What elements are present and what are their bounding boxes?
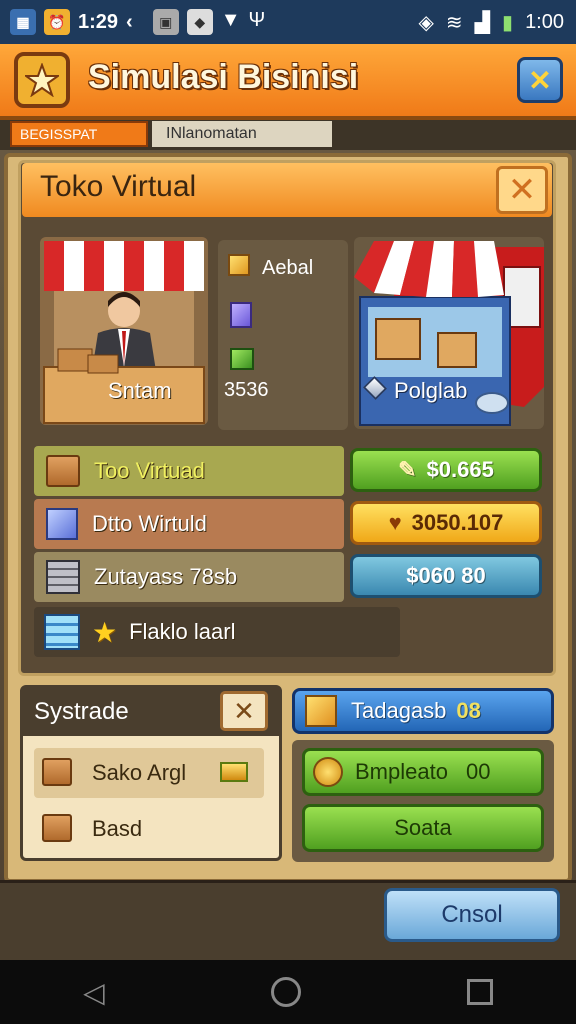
- item-label: Flaklo laarl: [129, 619, 236, 644]
- trade-item-label: Basd: [92, 816, 143, 841]
- cube-green-icon: [230, 348, 254, 370]
- item-label: Zutayass 78sb: [94, 564, 238, 589]
- battery-icon: ▮: [502, 11, 514, 34]
- box-icon: [46, 455, 80, 487]
- stack-icon: [44, 614, 80, 650]
- trade-close-button[interactable]: ✕: [220, 691, 268, 731]
- back-icon[interactable]: ◁: [83, 976, 105, 1009]
- coin-icon: [313, 757, 343, 787]
- list-item[interactable]: ★ Flaklo laarl: [34, 607, 400, 657]
- gold-bar-icon: [220, 762, 248, 782]
- tab-primary[interactable]: BEGISSPAT: [10, 121, 148, 147]
- cube-purple-icon: [230, 302, 252, 328]
- status-time-left: 1:29: [78, 10, 119, 33]
- complete-value: 00: [465, 759, 491, 784]
- trade-button-label: Tadagasb: [351, 698, 447, 723]
- cell-signal-icon: ▟: [474, 11, 491, 34]
- cube-blue-icon: [46, 508, 78, 540]
- home-icon[interactable]: [270, 977, 301, 1007]
- stat-label-1: Aebal: [262, 257, 314, 279]
- tab-secondary[interactable]: INlanomatan: [152, 121, 332, 147]
- gold-cube-icon: [305, 695, 337, 727]
- alarm-icon: ⏰: [44, 9, 70, 35]
- location-icon: ◈: [418, 11, 434, 34]
- network-icon: ▼: [220, 9, 241, 31]
- cancel-button[interactable]: Cnsol: [384, 888, 560, 942]
- stall-label: Sntam: [108, 378, 172, 403]
- confirm-button[interactable]: Soata: [302, 804, 544, 852]
- price-label: $060 80: [406, 563, 486, 588]
- heart-icon: ♥: [388, 510, 402, 535]
- star-icon: ★: [92, 616, 118, 648]
- recents-icon[interactable]: [466, 979, 493, 1005]
- trade-button[interactable]: Tadagasb 08: [292, 688, 554, 734]
- box-icon: [42, 814, 72, 842]
- shop-label: Polglab: [394, 378, 468, 403]
- signal-icon: ‹: [126, 10, 133, 33]
- list-item[interactable]: Zutayass 78sb: [34, 552, 344, 602]
- app-icon: ◆: [186, 9, 213, 35]
- pencil-icon: ✎: [398, 457, 417, 482]
- price-button[interactable]: ✎ $0.665: [350, 448, 542, 492]
- star-emblem-icon: [14, 52, 70, 108]
- item-label: Dtto Wirtuld: [92, 511, 207, 536]
- complete-button[interactable]: Bmpleato 00: [302, 748, 544, 796]
- confirm-button-label: Soata: [394, 815, 452, 840]
- usb-icon: Ψ: [248, 9, 266, 31]
- system-nav-bar: ◁: [0, 960, 576, 1024]
- stat-label-3: 3536: [224, 379, 269, 401]
- cancel-button-label: Cnsol: [441, 901, 503, 928]
- image-icon: ▦: [10, 9, 36, 35]
- price-button[interactable]: $060 80: [350, 554, 542, 598]
- cube-yellow-icon: [228, 254, 250, 276]
- trade-title: Systrade: [34, 698, 129, 725]
- price-label: 3050.107: [411, 510, 504, 535]
- price-label: $0.665: [426, 457, 494, 482]
- server-icon: [46, 560, 80, 594]
- page-title: Simulasi Bisinisi: [88, 58, 359, 96]
- price-button[interactable]: ♥ 3050.107: [350, 501, 542, 545]
- sim-icon: ▣: [152, 9, 179, 35]
- trade-count: 08: [456, 698, 481, 723]
- status-bar: ▦ ⏰ 1:29 ‹ ▣ ◆ ▼ Ψ ◈ ≋ ▟ ▮ 1:00: [0, 0, 576, 44]
- list-item[interactable]: Dtto Wirtuld: [34, 499, 344, 549]
- list-item[interactable]: Too Virtuad: [34, 446, 344, 496]
- trade-item-label: Sako Argl: [92, 760, 187, 785]
- status-time-right: 1:00: [525, 10, 564, 33]
- wifi-icon: ≋: [445, 11, 463, 34]
- complete-button-label: Bmpleato: [355, 759, 448, 784]
- item-label: Too Virtuad: [94, 458, 205, 483]
- box-icon: [42, 758, 72, 786]
- store-close-button[interactable]: ✕: [496, 166, 548, 214]
- store-title: Toko Virtual: [40, 170, 197, 203]
- close-button[interactable]: ✕: [517, 57, 563, 103]
